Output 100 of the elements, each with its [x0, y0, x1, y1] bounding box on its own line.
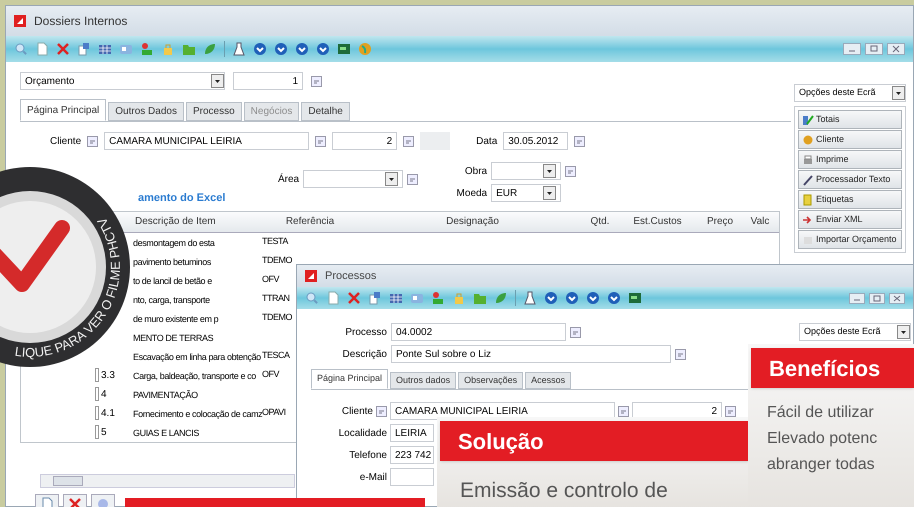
close-icon[interactable]	[56, 42, 70, 56]
area-field[interactable]	[303, 170, 404, 188]
grid-icon[interactable]	[98, 42, 112, 56]
tab[interactable]: Página Principal	[20, 99, 106, 121]
lookup-icon[interactable]	[407, 174, 418, 184]
row-marker	[95, 425, 99, 439]
lookup-icon[interactable]	[311, 76, 322, 86]
row-marker	[95, 406, 99, 420]
column-header[interactable]: Descrição de Item	[135, 214, 255, 229]
currency-field[interactable]: EUR	[491, 184, 562, 202]
phone-field[interactable]: 223 742	[390, 446, 434, 464]
column-header[interactable]: Preço	[695, 214, 745, 229]
options-button[interactable]: Cliente	[798, 130, 902, 149]
magnifier-icon[interactable]	[305, 291, 319, 305]
grid-icon[interactable]	[389, 291, 403, 305]
table-cell-text: 4.1	[101, 406, 115, 420]
table-cell: nto, carga, transporte	[133, 295, 210, 305]
close-icon[interactable]	[889, 292, 905, 304]
maximize-icon[interactable]	[865, 43, 883, 55]
column-header[interactable]: Referência	[255, 214, 365, 229]
options-dropdown[interactable]: Opções deste Ecrã	[799, 323, 911, 341]
document-type-dropdown[interactable]: Orçamento	[20, 72, 225, 90]
options-button[interactable]: Enviar XML	[798, 210, 902, 229]
close-icon[interactable]	[887, 43, 905, 55]
window-title: Processos	[325, 268, 376, 284]
table-cell-text: OFV	[262, 273, 280, 286]
link[interactable]: amento do Excel	[138, 190, 226, 206]
column-header[interactable]: Qtd.	[580, 214, 620, 229]
card-heading: Solução	[440, 421, 749, 461]
table-cell: MENTO DE TERRAS	[133, 333, 214, 343]
lookup-icon[interactable]	[725, 406, 736, 416]
lookup-icon[interactable]	[618, 406, 629, 416]
work-field[interactable]	[491, 162, 562, 180]
description-field[interactable]: Ponte Sul sobre o Liz	[391, 345, 671, 363]
table-cell: to de lancil de betão e	[133, 276, 212, 286]
card-text: Elevado potenc	[767, 429, 878, 449]
client-field[interactable]: CAMARA MUNICIPAL LEIRIA	[104, 132, 310, 150]
magnifier-icon[interactable]	[14, 42, 28, 56]
field-label: Processo	[344, 326, 387, 340]
options-button[interactable]: Processador Texto	[798, 170, 902, 189]
table-cell-text: OPAVI	[262, 406, 286, 420]
table-cell: PAVIMENTAÇÃO	[133, 390, 198, 400]
column-header[interactable]: Est.Custos	[620, 214, 695, 229]
date-field[interactable]: 30.05.2012	[503, 132, 568, 150]
column-header[interactable]: Designação	[365, 214, 580, 229]
tab[interactable]: Detalhe	[301, 102, 350, 121]
copy-icon[interactable]	[368, 291, 382, 305]
field-label: e-Mail	[358, 470, 387, 484]
tab[interactable]: Outros Dados	[108, 102, 184, 121]
client-number-field[interactable]: 2	[332, 132, 398, 150]
lookup-icon[interactable]	[87, 136, 98, 146]
field-label: Moeda	[456, 186, 488, 200]
page-icon[interactable]	[35, 42, 49, 56]
options-button[interactable]: Importar Orçamento	[798, 230, 902, 249]
table-cell-text: TESCA	[262, 349, 290, 362]
options-button[interactable]: Totais	[798, 110, 902, 129]
flask-icon[interactable]	[232, 42, 246, 56]
field-label: Obra	[464, 164, 488, 178]
close-icon	[68, 497, 82, 507]
tab[interactable]: Outros dados	[390, 372, 456, 389]
flask-icon[interactable]	[523, 291, 537, 305]
tab[interactable]: Processo	[186, 102, 242, 121]
column-header[interactable]: Valc	[745, 214, 775, 229]
lookup-icon[interactable]	[315, 136, 326, 146]
field-label: Localidade	[338, 426, 387, 440]
maximize-icon[interactable]	[869, 292, 885, 304]
process-field[interactable]: 04.0002	[391, 323, 566, 341]
minimize-icon[interactable]	[843, 43, 861, 55]
lookup-icon[interactable]	[574, 136, 586, 146]
card-text: abranger todas	[767, 455, 876, 475]
screen-icon[interactable]	[628, 291, 642, 305]
lookup-icon[interactable]	[570, 326, 581, 338]
number-field[interactable]: 1	[233, 72, 303, 90]
table-cell-text: TESTA	[262, 235, 288, 248]
close-icon[interactable]	[347, 291, 361, 305]
scrollbar[interactable]	[40, 474, 295, 488]
options-button[interactable]: Imprime	[798, 150, 902, 169]
table-cell-text: 3.3	[101, 368, 115, 382]
options-button[interactable]: Etiquetas	[798, 190, 902, 209]
window-title: Dossiers Internos	[34, 13, 128, 30]
tab[interactable]: Página Principal	[311, 369, 388, 389]
email-field[interactable]	[390, 468, 434, 486]
lookup-icon[interactable]	[376, 406, 387, 416]
minimize-icon[interactable]	[849, 292, 865, 304]
options-dropdown[interactable]: Opções deste Ecrã	[794, 84, 906, 102]
lookup-icon[interactable]	[675, 348, 686, 360]
table-cell: de muro existente em p	[133, 314, 218, 324]
screen-icon[interactable]	[337, 42, 351, 56]
lookup-icon[interactable]	[565, 166, 576, 176]
people-icon[interactable]	[140, 42, 154, 56]
lookup-icon[interactable]	[403, 136, 414, 146]
table-cell: Escavação em linha para obtenção	[133, 352, 261, 362]
table-cell: pavimento betuminos	[133, 257, 211, 267]
tab[interactable]: Acessos	[525, 372, 572, 389]
tab[interactable]: Observações	[458, 372, 524, 389]
locality-field[interactable]: LEIRIA	[390, 424, 434, 442]
copy-icon[interactable]	[77, 42, 91, 56]
people-icon[interactable]	[431, 291, 445, 305]
page-icon[interactable]	[326, 291, 340, 305]
table-cell: GUIAS E LANCIS	[133, 428, 199, 438]
